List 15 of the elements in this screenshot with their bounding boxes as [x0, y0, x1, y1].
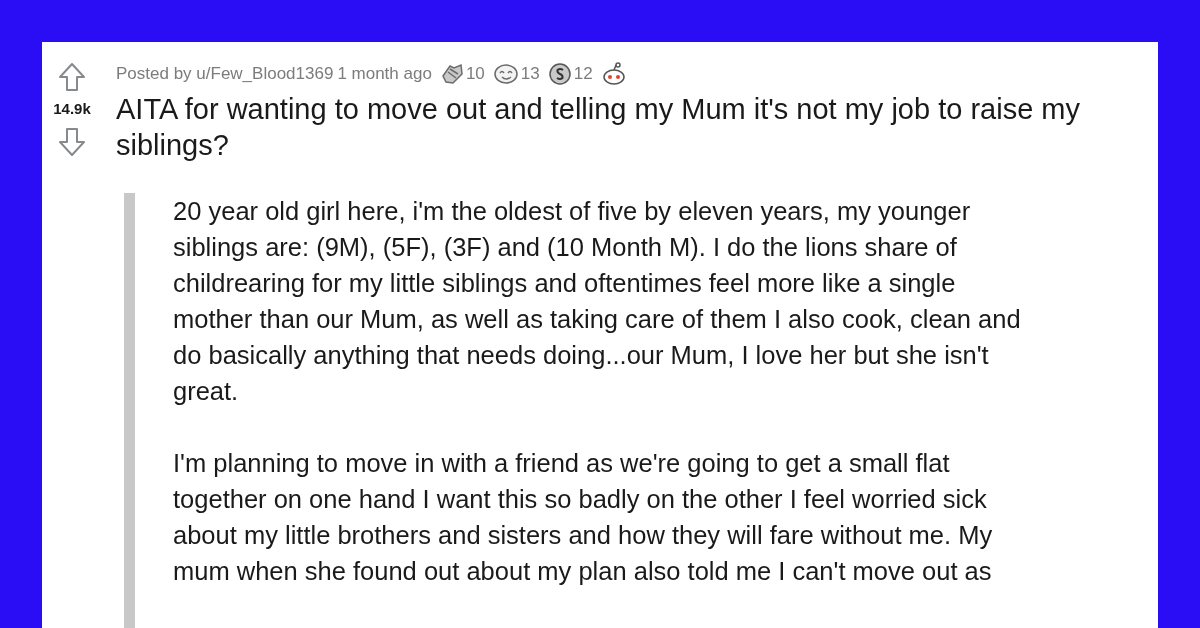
post-paragraph: I'm planning to move in with a friend as we're going to get a small flat together on one hand I want this so badly on the other I feel worried sick about my little brothers and sisters and how they will fare without me. My mum when she found out about my plan also told me I can't move out as [173, 448, 994, 587]
upvote-icon[interactable] [58, 62, 86, 92]
post-paragraph: 20 year old girl here, i'm the oldest of five by eleven years, my younger siblings are: (9M), (5F), (3F) and (10 Month M). I do the lions share of childrearing for my little siblings and oftentimes feel more like a single mother than our Mum, as well as taking care of them I also cook, clean and do basically anything that needs doing...our Mum, I love her but she isn't great. [173, 196, 1021, 407]
robot-icon [600, 62, 627, 86]
downvote-icon[interactable] [58, 126, 86, 157]
post-title: AITA for wanting to move out and telling my Mum it's not my job to raise my siblings? [116, 92, 1081, 163]
vote-count: 14.9k [53, 99, 91, 119]
award-count: 13 [520, 63, 540, 86]
award-count: 12 [573, 63, 593, 86]
post-author[interactable]: Posted by u/Few_Blood1369 [116, 61, 334, 87]
award-icon [439, 62, 464, 86]
award-count: 10 [465, 63, 485, 86]
coin-icon [547, 62, 572, 86]
post-time: 1 month ago [337, 63, 432, 86]
smiley-icon [492, 62, 519, 86]
